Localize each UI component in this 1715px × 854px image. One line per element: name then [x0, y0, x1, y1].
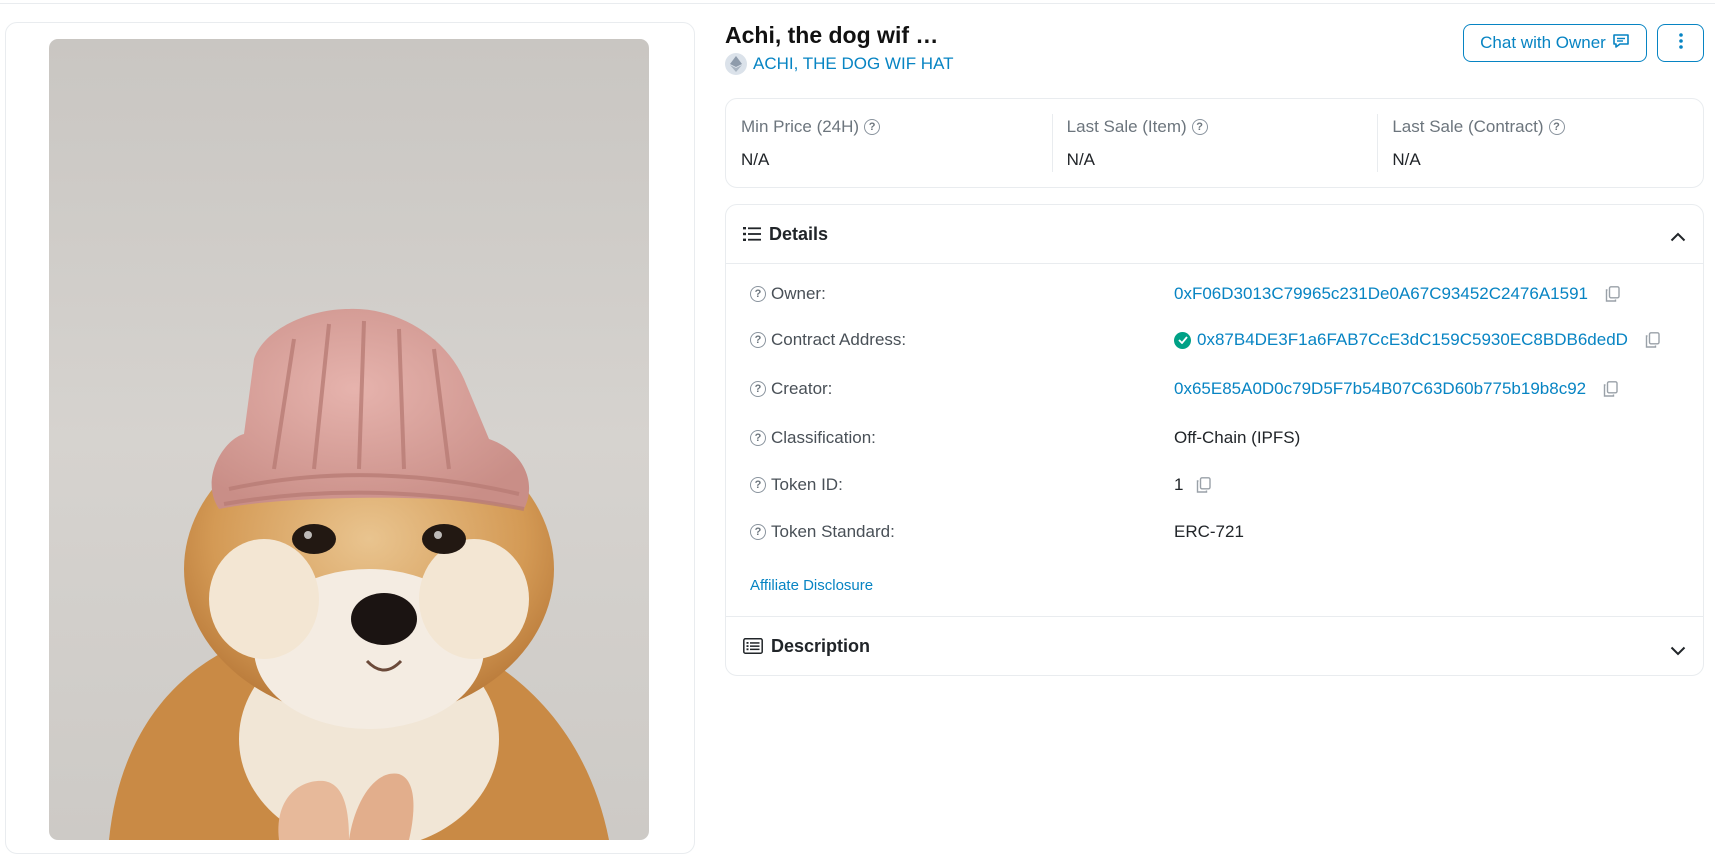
stat-value: N/A — [1392, 150, 1421, 169]
copy-icon[interactable] — [1605, 286, 1620, 302]
detail-label: Token Standard: — [771, 522, 895, 541]
stat-last-sale-contract: Last Sale (Contract) ? N/A — [1377, 99, 1703, 187]
stat-value: N/A — [1066, 150, 1096, 169]
contract-address-link[interactable]: 0x87B4DE3F1a6FAB7CcE3dC159C5930EC8BDB6de… — [1197, 330, 1628, 350]
detail-row-contract: ? Contract Address: 0x87B4DE3F1a6FAB7CcE… — [750, 328, 1660, 352]
help-icon[interactable]: ? — [750, 477, 766, 493]
detail-label: Contract Address: — [771, 330, 907, 349]
detail-row-classification: ? Classification: Off-Chain (IPFS) — [750, 426, 1300, 450]
details-card: Details ? Owner: 0xF06D3013C79965c231De0… — [725, 204, 1704, 676]
help-icon[interactable]: ? — [1548, 119, 1565, 135]
help-icon[interactable]: ? — [750, 524, 766, 540]
detail-row-token-id: ? Token ID: 1 — [750, 473, 1212, 497]
detail-row-token-standard: ? Token Standard: ERC-721 — [750, 520, 1244, 544]
stat-last-sale-item: Last Sale (Item) ? N/A — [1051, 99, 1378, 187]
help-icon[interactable]: ? — [1191, 119, 1208, 135]
owner-address-link[interactable]: 0xF06D3013C79965c231De0A67C93452C2476A15… — [1174, 284, 1588, 304]
collection-row: ACHI, THE DOG WIF HAT — [725, 53, 954, 75]
affiliate-disclosure-link[interactable]: Affiliate Disclosure — [750, 577, 873, 594]
detail-label: Classification: — [771, 428, 876, 447]
help-icon[interactable]: ? — [750, 332, 766, 348]
stat-value: N/A — [741, 150, 770, 169]
detail-row-owner: ? Owner: 0xF06D3013C79965c231De0A67C9345… — [750, 282, 1620, 306]
chat-with-owner-button[interactable]: Chat with Owner — [1463, 24, 1647, 62]
verified-check-icon — [1174, 331, 1191, 349]
collection-link[interactable]: ACHI, THE DOG WIF HAT — [753, 54, 954, 74]
help-icon[interactable]: ? — [750, 381, 766, 397]
puppy-illustration — [49, 39, 649, 840]
stat-label: Min Price (24H) — [741, 117, 860, 136]
document-list-icon — [743, 638, 763, 654]
copy-icon[interactable] — [1645, 332, 1660, 348]
vertical-ellipsis-icon — [1678, 32, 1683, 54]
details-header[interactable]: Details — [726, 205, 1703, 264]
creator-address-link[interactable]: 0x65E85A0D0c79D5F7b54B07C63D60b775b19b8c… — [1174, 379, 1586, 399]
details-heading: Details — [769, 223, 829, 244]
nft-image[interactable] — [49, 39, 649, 840]
copy-icon[interactable] — [1196, 477, 1212, 493]
help-icon[interactable]: ? — [864, 119, 881, 135]
more-options-button[interactable] — [1657, 24, 1704, 62]
chevron-up-icon[interactable] — [1670, 226, 1686, 247]
detail-row-creator: ? Creator: 0x65E85A0D0c79D5F7b54B07C63D6… — [750, 377, 1618, 401]
description-heading: Description — [771, 635, 871, 656]
details-rows: ? Owner: 0xF06D3013C79965c231De0A67C9345… — [726, 264, 1703, 617]
detail-label: Token ID: — [771, 475, 843, 494]
nft-title: Achi, the dog wif … — [725, 22, 939, 48]
top-divider — [0, 3, 1715, 4]
help-icon[interactable]: ? — [750, 430, 766, 446]
chevron-down-icon[interactable] — [1670, 640, 1686, 661]
chat-bubble-icon — [1612, 33, 1630, 54]
chat-button-label: Chat with Owner — [1480, 33, 1606, 52]
detail-label: Creator: — [771, 379, 833, 398]
stat-label: Last Sale (Item) — [1066, 117, 1187, 136]
stat-min-price: Min Price (24H) ? N/A — [726, 99, 1052, 187]
help-icon[interactable]: ? — [750, 286, 766, 302]
description-header[interactable]: Description — [726, 617, 1703, 675]
price-stats-card: Min Price (24H) ? N/A Last Sale (Item) ?… — [725, 98, 1704, 188]
token-standard-value: ERC-721 — [1174, 522, 1244, 541]
copy-icon[interactable] — [1603, 381, 1618, 397]
token-id-value: 1 — [1174, 475, 1184, 494]
ethereum-icon — [725, 53, 747, 75]
classification-value: Off-Chain (IPFS) — [1174, 428, 1301, 447]
stat-label: Last Sale (Contract) — [1392, 117, 1544, 136]
detail-label: Owner: — [771, 284, 826, 303]
list-icon — [743, 226, 761, 242]
